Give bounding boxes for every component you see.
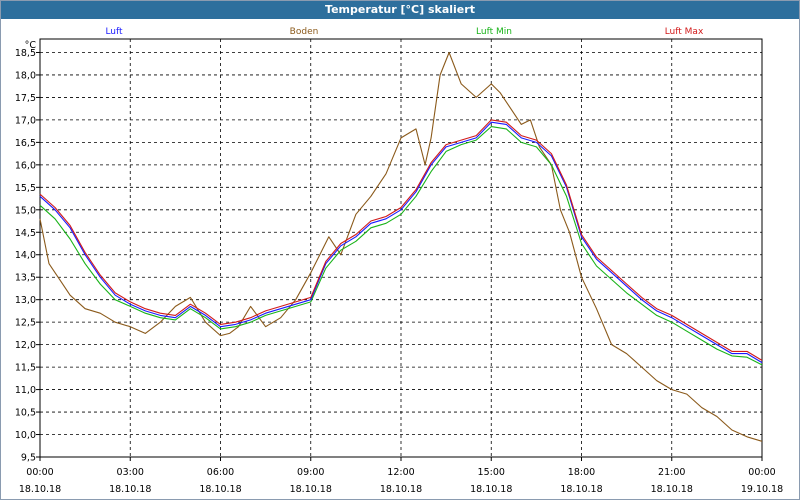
chart-window: Temperatur [°C] skaliert 9,5 10,0 10,5 11,0… bbox=[0, 0, 800, 500]
y-tick-label: 11,0 bbox=[15, 385, 36, 396]
y-tick-label: 13,0 bbox=[15, 295, 36, 306]
y-tick-label: 15,5 bbox=[15, 183, 36, 194]
x-tick-date-label: 18.10.18 bbox=[19, 484, 61, 495]
y-tick-label: 18,0 bbox=[15, 70, 36, 81]
y-tick-label: 15,0 bbox=[15, 205, 36, 216]
x-tick-date-label: 18.10.18 bbox=[560, 484, 602, 495]
y-tick-label: 10,5 bbox=[15, 408, 36, 419]
y-tick-label: 16,5 bbox=[15, 138, 36, 149]
x-tick-date-label: 18.10.18 bbox=[199, 484, 241, 495]
y-tick-label: 14,5 bbox=[15, 228, 36, 239]
x-tick-time-label: 18:00 bbox=[568, 467, 595, 478]
x-tick-date-label: 18.10.18 bbox=[109, 484, 151, 495]
legend-item-luft: Luft bbox=[105, 27, 123, 37]
legend-item-luft-min: Luft Min bbox=[476, 27, 512, 37]
legend-item-luft-max: Luft Max bbox=[665, 27, 704, 37]
temperature-chart: 9,5 10,0 10,5 11,0 11,5 12,0 12,5 13,0 13,5 14,0 1… bbox=[15, 27, 783, 495]
y-tick-label: 12,5 bbox=[15, 318, 36, 329]
y-tick-label: 17,5 bbox=[15, 93, 36, 104]
x-tick-time-label: 06:00 bbox=[207, 467, 234, 478]
x-tick-time-label: 21:00 bbox=[658, 467, 685, 478]
y-tick-label: 14,0 bbox=[15, 250, 36, 261]
y-tick-label: 16,0 bbox=[15, 160, 36, 171]
y-tick-label: 13,5 bbox=[15, 273, 36, 284]
x-tick-time-label: 03:00 bbox=[117, 467, 144, 478]
x-tick-time-label: 09:00 bbox=[297, 467, 324, 478]
chart-title: Temperatur [°C] skaliert bbox=[1, 1, 799, 19]
x-tick-time-label: 15:00 bbox=[478, 467, 505, 478]
y-tick-label: 9,5 bbox=[21, 453, 36, 464]
x-tick-time-label: 12:00 bbox=[387, 467, 414, 478]
y-tick-label: 17,0 bbox=[15, 115, 36, 126]
legend-item-boden: Boden bbox=[290, 27, 319, 37]
x-tick-time-label: 00:00 bbox=[748, 467, 775, 478]
x-tick-date-label: 19.10.18 bbox=[741, 484, 783, 495]
x-tick-date-label: 18.10.18 bbox=[470, 484, 512, 495]
x-tick-date-label: 18.10.18 bbox=[290, 484, 332, 495]
y-axis-label: °C bbox=[25, 40, 37, 51]
y-tick-label: 12,0 bbox=[15, 340, 36, 351]
y-tick-label: 10,0 bbox=[15, 430, 36, 441]
x-tick-time-label: 00:00 bbox=[26, 467, 53, 478]
x-tick-date-label: 18.10.18 bbox=[651, 484, 693, 495]
y-tick-label: 11,5 bbox=[15, 363, 36, 374]
x-tick-date-label: 18.10.18 bbox=[380, 484, 422, 495]
